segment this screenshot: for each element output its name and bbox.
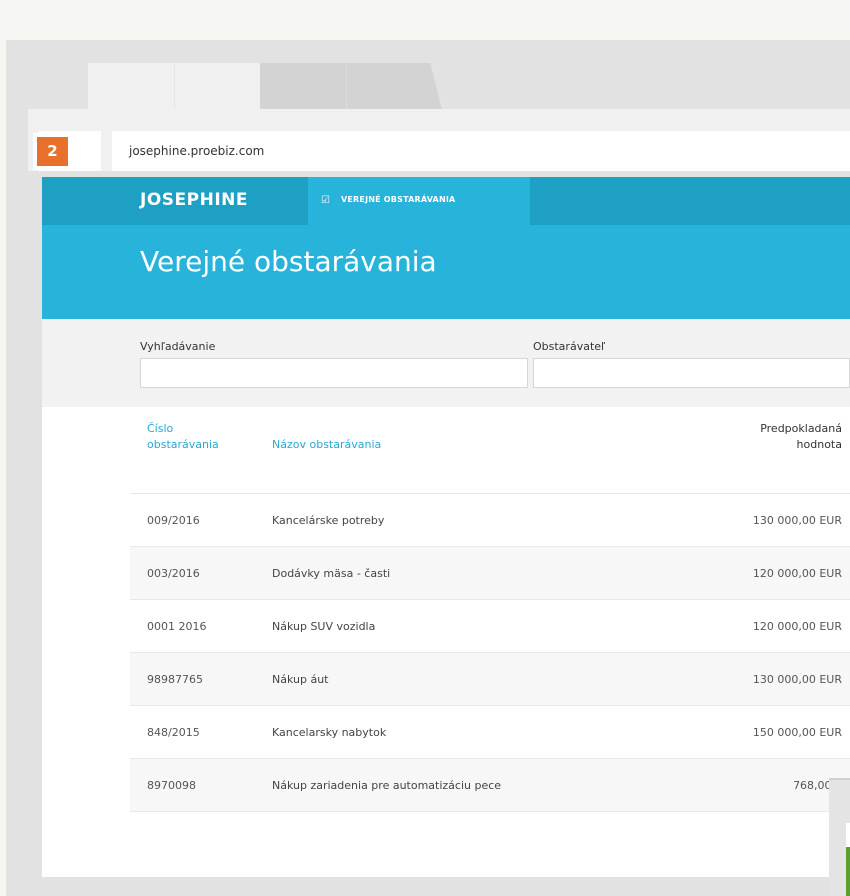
procurement-value: 120 000,00 EUR — [752, 567, 842, 580]
procurement-number: 009/2016 — [147, 514, 200, 527]
tab-divider — [346, 63, 347, 109]
header-line: obstarávania — [147, 438, 219, 451]
procurement-number: 848/2015 — [147, 726, 200, 739]
procurement-number: 8970098 — [147, 779, 196, 792]
page-content: JOSEPHINE ☑ VEREJNÉ OBSTARÁVANIA Verejné… — [42, 177, 850, 877]
table-row[interactable]: 009/2016 Kancelárske potreby 130 000,00 … — [130, 493, 850, 547]
header-line: Predpokladaná — [760, 422, 842, 435]
procurement-name[interactable]: Nákup zariadenia pre automatizáciu pece — [272, 779, 501, 792]
procurement-number: 0001 2016 — [147, 620, 207, 633]
page-header: JOSEPHINE ☑ VEREJNÉ OBSTARÁVANIA Verejné… — [42, 177, 850, 319]
procurement-name[interactable]: Nákup SUV vozidla — [272, 620, 375, 633]
procurement-value: 130 000,00 EUR — [752, 514, 842, 527]
procurement-value: 150 000,00 EUR — [752, 726, 842, 739]
nav-item-label: VEREJNÉ OBSTARÁVANIA — [341, 195, 456, 204]
step-badge: 2 — [33, 133, 72, 170]
table-row[interactable]: 8970098 Nákup zariadenia pre automatizác… — [130, 758, 850, 812]
step-number: 2 — [37, 137, 68, 166]
column-header-name[interactable]: Názov obstarávania — [272, 437, 381, 453]
page-title: Verejné obstarávania — [140, 245, 437, 278]
browser-tab-active[interactable] — [88, 63, 274, 109]
procurement-name[interactable]: Dodávky mäsa - časti — [272, 567, 390, 580]
address-bar[interactable]: josephine.proebiz.com — [112, 131, 850, 171]
column-header-value[interactable]: Predpokladaná hodnota — [760, 421, 842, 453]
window-edge — [829, 778, 850, 780]
procurement-value: 120 000,00 EUR — [752, 620, 842, 633]
contracting-authority-input[interactable] — [533, 358, 850, 388]
window-green-banner — [846, 847, 850, 896]
checkbox-icon: ☑ — [321, 195, 330, 206]
procurement-number: 003/2016 — [147, 567, 200, 580]
procurement-name[interactable]: Kancelarsky nabytok — [272, 726, 386, 739]
column-header-number[interactable]: Číslo obstarávania — [147, 421, 219, 453]
procurement-name[interactable]: Nákup áut — [272, 673, 328, 686]
header-line: hodnota — [796, 438, 842, 451]
brand-logo[interactable]: JOSEPHINE — [140, 190, 248, 210]
contracting-authority-label: Obstarávateľ — [533, 340, 606, 353]
procurement-name[interactable]: Kancelárske potreby — [272, 514, 384, 527]
filter-panel: Vyhľadávanie Obstarávateľ — [42, 319, 850, 407]
table-bottom-border — [130, 811, 850, 812]
search-label: Vyhľadávanie — [140, 340, 216, 353]
table-row[interactable]: 848/2015 Kancelarsky nabytok 150 000,00 … — [130, 705, 850, 759]
nav-item-procurements[interactable]: ☑ VEREJNÉ OBSTARÁVANIA — [308, 177, 530, 225]
table-row[interactable]: 0001 2016 Nákup SUV vozidla 120 000,00 E… — [130, 599, 850, 653]
search-input[interactable] — [140, 358, 528, 388]
top-navigation: JOSEPHINE ☑ VEREJNÉ OBSTARÁVANIA — [42, 177, 850, 225]
table-row[interactable]: 003/2016 Dodávky mäsa - časti 120 000,00… — [130, 546, 850, 600]
procurement-value: 130 000,00 EUR — [752, 673, 842, 686]
procurement-number: 98987765 — [147, 673, 203, 686]
browser-tab-inactive[interactable] — [260, 63, 428, 109]
tab-divider — [174, 63, 175, 109]
window-content — [846, 823, 850, 847]
table-row[interactable]: 98987765 Nákup áut 130 000,00 EUR — [130, 652, 850, 706]
header-line: Číslo — [147, 422, 174, 435]
